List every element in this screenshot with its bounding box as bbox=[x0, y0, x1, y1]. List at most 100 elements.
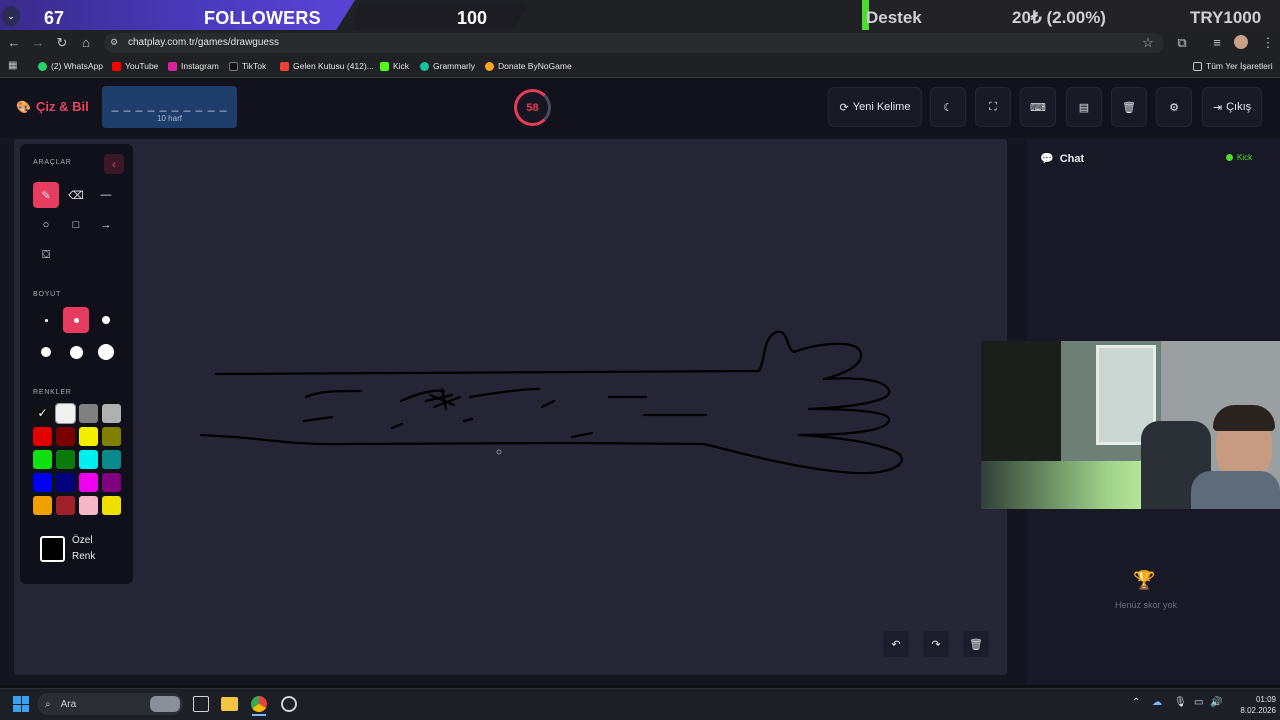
color-swatch[interactable] bbox=[33, 473, 52, 492]
redo-button[interactable]: ↷ bbox=[923, 631, 949, 657]
chevron-up-icon[interactable]: ⌃ bbox=[1132, 697, 1140, 708]
color-swatch[interactable] bbox=[56, 450, 75, 469]
palette-icon: 🎨 bbox=[16, 99, 31, 114]
color-swatch[interactable] bbox=[79, 496, 98, 515]
color-swatch[interactable] bbox=[79, 427, 98, 446]
bookmark-grammarly[interactable]: Grammarly bbox=[420, 61, 475, 71]
fullscreen-icon: ⛶ bbox=[989, 100, 997, 113]
home-icon[interactable]: ⌂ bbox=[78, 35, 94, 51]
menu-icon[interactable]: ⋮ bbox=[1260, 35, 1276, 51]
drawing-canvas[interactable] bbox=[14, 139, 1007, 675]
collapse-panel-button[interactable]: ‹ bbox=[104, 154, 124, 174]
color-swatch[interactable] bbox=[33, 496, 52, 515]
color-swatch[interactable] bbox=[55, 403, 76, 424]
instagram-icon bbox=[168, 61, 177, 71]
color-swatch[interactable]: ✓ bbox=[33, 404, 52, 423]
line-tool[interactable]: — bbox=[93, 182, 119, 208]
onedrive-icon[interactable]: ☁ bbox=[1152, 697, 1162, 708]
fullscreen-button[interactable]: ⛶ bbox=[975, 87, 1011, 127]
archive-button[interactable]: ▤ bbox=[1066, 87, 1102, 127]
size-s[interactable] bbox=[63, 307, 89, 333]
bookmark-inbox[interactable]: Gelen Kutusu (412)... bbox=[280, 61, 374, 71]
dark-mode-button[interactable]: ☾ bbox=[930, 87, 966, 127]
bookmark-tiktok[interactable]: TikTok bbox=[229, 61, 266, 71]
apps-icon[interactable]: ▦ bbox=[8, 60, 17, 71]
size-l[interactable] bbox=[33, 339, 59, 365]
bookmark-whatsapp[interactable]: (2) WhatsApp bbox=[38, 61, 103, 71]
color-swatch[interactable] bbox=[33, 427, 52, 446]
clear-button[interactable]: 🗑 bbox=[1111, 87, 1147, 127]
task-view-icon[interactable] bbox=[193, 696, 209, 712]
undo-button[interactable]: ↶ bbox=[883, 631, 909, 657]
color-swatch[interactable] bbox=[102, 473, 121, 492]
color-swatch[interactable] bbox=[33, 450, 52, 469]
exit-button[interactable]: ⇥ Çıkış bbox=[1202, 87, 1262, 127]
undo-icon: ↶ bbox=[891, 638, 901, 651]
webcam-overlay bbox=[981, 341, 1280, 509]
obs-icon[interactable] bbox=[281, 696, 297, 712]
color-swatch[interactable] bbox=[102, 404, 121, 423]
color-swatch[interactable] bbox=[56, 473, 75, 492]
windows-start-icon[interactable] bbox=[13, 696, 29, 712]
start-tile bbox=[21, 696, 29, 704]
size-xs[interactable] bbox=[33, 307, 59, 333]
chrome-icon[interactable] bbox=[251, 696, 267, 712]
youtube-icon bbox=[112, 61, 121, 71]
folder-icon bbox=[1193, 61, 1202, 71]
reading-list-icon[interactable]: ≡ bbox=[1209, 35, 1225, 51]
color-swatch[interactable] bbox=[56, 496, 75, 515]
bookmark-youtube[interactable]: YouTube bbox=[112, 61, 158, 71]
color-swatch[interactable] bbox=[79, 450, 98, 469]
color-swatch[interactable] bbox=[56, 427, 75, 446]
clock-date: 8.02.2026 bbox=[1240, 706, 1276, 715]
back-icon[interactable]: ← bbox=[6, 35, 22, 51]
bookmark-kick[interactable]: Kick bbox=[380, 61, 409, 71]
bookmark-instagram[interactable]: Instagram bbox=[168, 61, 219, 71]
display-icon[interactable]: ▭ bbox=[1194, 697, 1203, 708]
color-swatch[interactable] bbox=[102, 450, 121, 469]
star-icon[interactable]: ☆ bbox=[1140, 35, 1156, 51]
live-dot-icon bbox=[1226, 154, 1233, 161]
clear-canvas-button[interactable]: 🗑 bbox=[963, 631, 989, 657]
circle-tool[interactable]: ○ bbox=[33, 212, 59, 238]
color-palette: ✓ bbox=[33, 403, 125, 516]
fill-tool[interactable]: ⛋ bbox=[33, 242, 59, 268]
microphone-icon[interactable]: 🎙 bbox=[1174, 697, 1187, 708]
all-bookmarks[interactable]: Tüm Yer İşaretleri bbox=[1193, 61, 1273, 71]
new-word-label: Yeni Kelime bbox=[852, 101, 911, 113]
eraser-tool[interactable]: ⌫ bbox=[63, 182, 89, 208]
pen-tool[interactable]: ✎ bbox=[33, 182, 59, 208]
new-word-button[interactable]: ⟳ Yeni Kelime bbox=[828, 87, 922, 127]
webcam-hair bbox=[1213, 405, 1275, 431]
taskbar-clock[interactable]: 01:09 8.02.2026 bbox=[1226, 694, 1276, 716]
arrow-tool[interactable]: → bbox=[93, 212, 119, 238]
forward-icon[interactable]: → bbox=[30, 35, 46, 51]
color-swatch[interactable] bbox=[79, 473, 98, 492]
size-dot bbox=[102, 316, 110, 324]
site-info-icon[interactable]: ⚙ bbox=[110, 37, 118, 48]
extensions-icon[interactable]: ⧉ bbox=[1174, 35, 1190, 51]
avatar[interactable] bbox=[1234, 35, 1248, 49]
chat-icon: 💬 bbox=[1040, 153, 1054, 165]
custom-color-label[interactable]: Özel Renk bbox=[72, 533, 95, 565]
file-explorer-icon[interactable] bbox=[221, 697, 238, 711]
size-xl[interactable] bbox=[63, 339, 89, 365]
archive-icon: ▤ bbox=[1078, 101, 1090, 114]
color-swatch[interactable] bbox=[102, 427, 121, 446]
custom-color-swatch[interactable] bbox=[40, 536, 65, 562]
size-m[interactable] bbox=[93, 307, 119, 333]
settings-button[interactable]: ⚙ bbox=[1156, 87, 1192, 127]
color-swatch[interactable] bbox=[102, 496, 121, 515]
size-xxl[interactable] bbox=[93, 339, 119, 365]
rectangle-tool[interactable]: □ bbox=[63, 212, 89, 238]
reload-icon[interactable]: ↻ bbox=[54, 35, 70, 51]
followers-count: 67 bbox=[44, 8, 65, 28]
volume-icon[interactable]: 🔊 bbox=[1210, 697, 1222, 708]
bookmark-donate[interactable]: Donate ByNoGame bbox=[485, 61, 572, 71]
brand[interactable]: 🎨 Çiz & Bil bbox=[16, 99, 89, 114]
followers-goal: 100 bbox=[457, 8, 488, 28]
keyboard-button[interactable]: ⌨ bbox=[1020, 87, 1056, 127]
url-text[interactable]: chatplay.com.tr/games/drawguess bbox=[128, 37, 279, 48]
color-swatch[interactable] bbox=[79, 404, 98, 423]
pen-icon: ✎ bbox=[41, 189, 51, 202]
